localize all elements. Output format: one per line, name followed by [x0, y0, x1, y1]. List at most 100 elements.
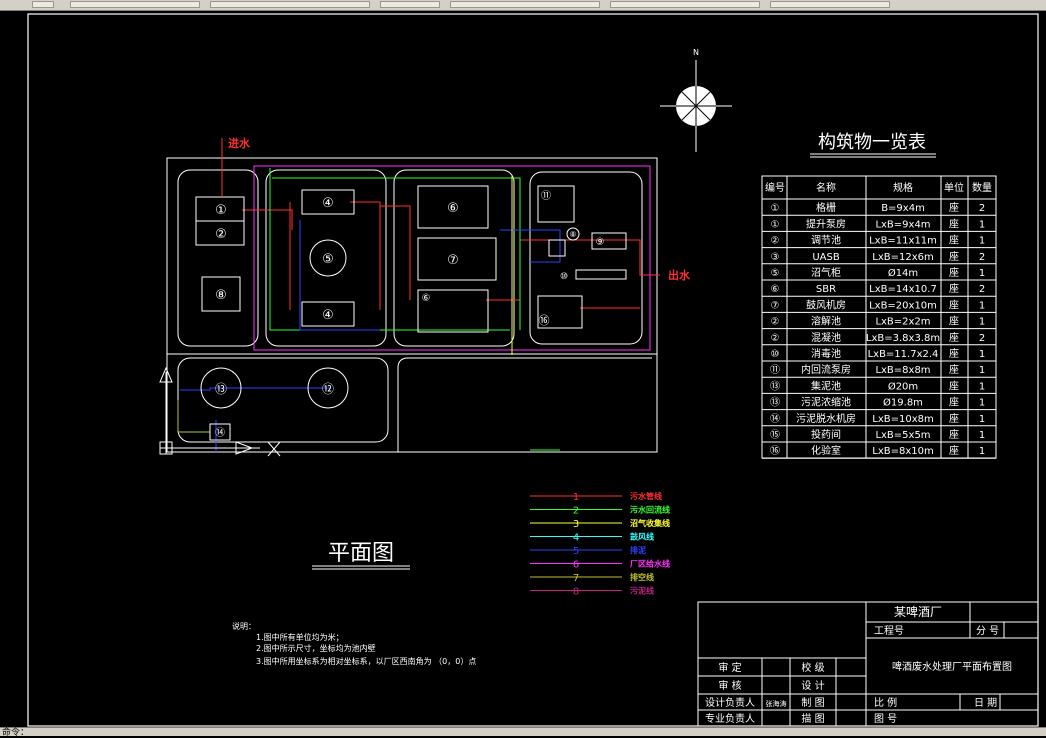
review-label: 审 核 — [718, 679, 741, 692]
table-cell: LxB=5x5m — [875, 430, 930, 441]
unit-number: ⑥ — [447, 201, 459, 216]
table-cell: 座 — [949, 412, 959, 425]
drawing-no-label: 图 号 — [874, 713, 897, 725]
notes-heading: 说明： — [232, 621, 256, 631]
table-cell: ⑪ — [770, 364, 780, 376]
roads — [177, 169, 652, 452]
legend-label: 污泥线 — [630, 586, 654, 596]
design-lead-label: 设计负责人 — [705, 696, 755, 709]
legend-label: 排泥 — [630, 545, 646, 555]
pipelines — [177, 138, 660, 452]
table-cell: ③ — [771, 252, 780, 263]
table-cell: 鼓风机房 — [806, 298, 846, 311]
table-header-cell: 数量 — [972, 181, 992, 194]
table-title: 构筑物一览表 — [818, 132, 926, 153]
unit-number: ④ — [322, 196, 334, 211]
table-cell: 1 — [979, 317, 985, 328]
north-label: N — [693, 48, 699, 57]
unit-number: ⑨ — [596, 237, 605, 248]
table-cell: 座 — [949, 234, 959, 247]
table-cell: 座 — [949, 217, 959, 230]
table-cell: SBR — [816, 284, 836, 295]
table-cell: 1 — [979, 398, 985, 409]
table-cell: 座 — [949, 363, 959, 376]
unit-number: ④ — [322, 308, 334, 323]
table-cell: 内回流泵房 — [801, 363, 851, 376]
table-cell: UASB — [812, 252, 840, 263]
table-cell: 1 — [979, 381, 985, 392]
table-cell: ⑭ — [770, 413, 780, 425]
table-cell: 2 — [979, 284, 985, 295]
legend-label: 鼓风线 — [630, 532, 654, 542]
table-cell: 2 — [979, 333, 985, 344]
drawing-canvas[interactable]: N ① ② ⑧ ④ ⑤ ④ ⑥ ⑦ ⑥ ⑪ ⑧ ⑨ ⑩ ⑯ ⑬ ⑫ ⑭ 进水 出… — [0, 0, 1046, 735]
table-cell: 座 — [949, 444, 959, 457]
legend-label: 污水回流线 — [630, 505, 670, 515]
table-cell: 座 — [949, 282, 959, 295]
project-no-label: 工程号 — [874, 625, 904, 637]
unit-number: ⑧ — [569, 230, 576, 239]
table-cell: 提升泵房 — [806, 217, 846, 230]
unit-10 — [575, 269, 627, 280]
table-cell: 污泥浓缩池 — [801, 396, 851, 409]
table-cell: ⑤ — [771, 268, 780, 279]
table-cell: LxB=3.8x3.8m — [866, 333, 940, 344]
legend-label: 厂区给水线 — [630, 559, 670, 569]
legend-number: 8 — [573, 587, 579, 598]
legend-number: 6 — [573, 560, 579, 571]
table-cell: 座 — [949, 331, 959, 344]
note-line: 1.图中所有单位均为米； — [256, 632, 344, 642]
table-cell: ⑦ — [771, 300, 780, 311]
unit-number: ⑥ — [422, 293, 431, 304]
scale-label: 比 例 — [874, 696, 897, 709]
note-line: 3.图中所用坐标系为相对坐标系，以厂区西南角为 （0，0）点 — [256, 656, 476, 666]
legend-number: 7 — [573, 573, 579, 584]
unit-number: ② — [215, 227, 227, 242]
draw-label: 制 图 — [801, 696, 824, 709]
site-boundary-upper — [166, 157, 658, 355]
unit-number: ① — [215, 203, 227, 218]
unit-number: ⑩ — [560, 272, 568, 282]
table-cell: LxB=14x10.7 — [869, 284, 937, 295]
legend-number: 2 — [573, 506, 579, 517]
trace-label: 描 图 — [801, 712, 824, 725]
legend-label: 污水管线 — [630, 491, 662, 501]
table-cell: 1 — [979, 219, 985, 230]
table-cell: 座 — [949, 298, 959, 311]
command-line[interactable]: 命令： — [2, 725, 29, 738]
table-cell: ⑮ — [770, 429, 780, 441]
table-cell: 1 — [979, 446, 985, 457]
table-cell: LxB=8x10m — [872, 446, 933, 457]
table-cell: ⑩ — [771, 349, 780, 360]
table-cell: ⑯ — [770, 445, 780, 457]
table-cell: ② — [771, 317, 780, 328]
table-cell: LxB=12x6m — [872, 252, 933, 263]
table-cell: LxB=11x11m — [869, 236, 937, 247]
legend-number: 4 — [573, 533, 579, 544]
table-cell: LxB=2x2m — [875, 317, 930, 328]
unit-number: ⑤ — [322, 252, 334, 267]
table-cell: 座 — [949, 315, 959, 328]
table-cell: ⑬ — [770, 380, 780, 392]
table-cell: 混凝池 — [811, 331, 841, 344]
table-cell: 格栅 — [816, 201, 836, 214]
date-label: 日 期 — [974, 697, 997, 709]
table-cell: 座 — [949, 396, 959, 409]
table-cell: ⑬ — [770, 397, 780, 409]
table-cell: ⑥ — [771, 284, 780, 295]
table-cell: 座 — [949, 347, 959, 360]
unit-number: ⑭ — [215, 427, 225, 439]
process-units — [195, 185, 627, 441]
unit-number: ⑯ — [539, 314, 550, 327]
drawing-title: 啤酒废水处理厂平面布置图 — [892, 660, 1012, 673]
table-cell: 沼气柜 — [811, 266, 841, 279]
table-cell: ① — [771, 219, 780, 230]
table-cell: 1 — [979, 236, 985, 247]
table-cell: 座 — [949, 266, 959, 279]
north-arrow: N — [660, 48, 732, 152]
approve-label: 审 定 — [718, 661, 741, 674]
legend-number: 3 — [573, 519, 579, 530]
table-cell: ① — [771, 203, 780, 214]
table-cell: LxB=10x8m — [872, 414, 933, 425]
note-line: 2.图中所示尺寸，坐标均为池内壁 — [256, 643, 376, 653]
